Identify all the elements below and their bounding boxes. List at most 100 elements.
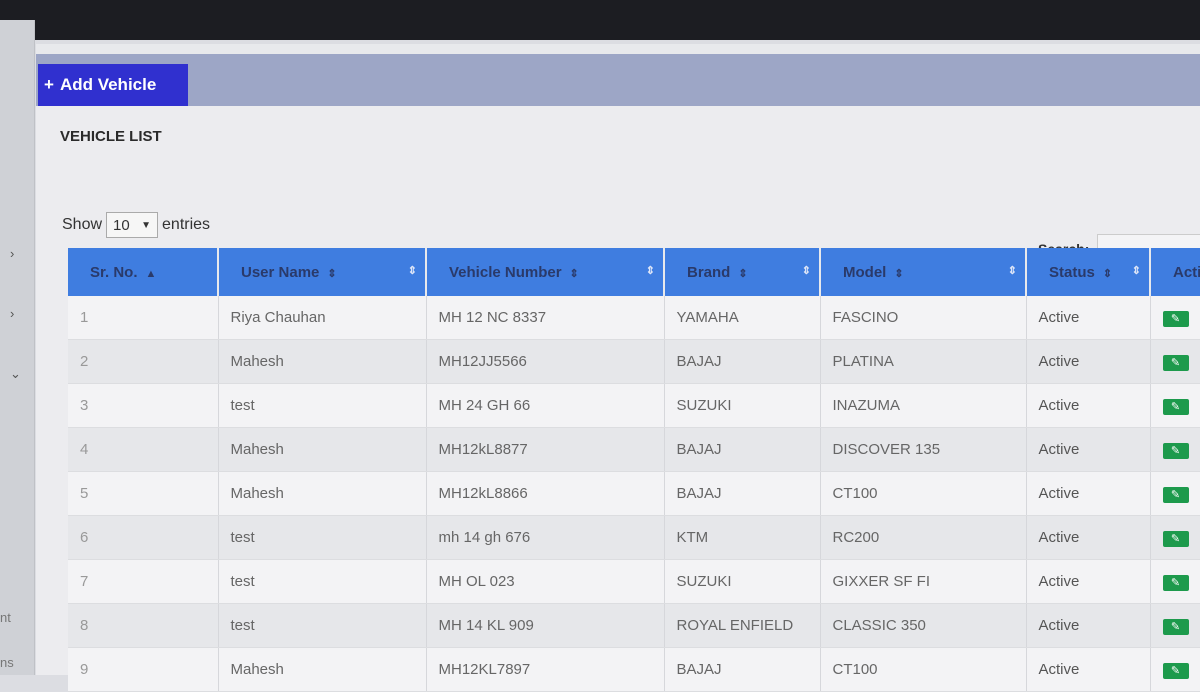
edit-icon[interactable]: ✎ xyxy=(1162,354,1189,371)
column-header[interactable]: Status ⇕ ⇕ xyxy=(1026,248,1151,296)
edit-icon[interactable]: ✎ xyxy=(1162,618,1189,635)
vehicle-number-cell: MH12kL8866 xyxy=(426,471,665,516)
status-cell: Active xyxy=(1026,647,1151,692)
entries-label: entries xyxy=(162,216,211,233)
table-row: 9 Mahesh MH12KL7897 BAJAJ CT100 Active ✎ xyxy=(68,647,1200,692)
sidebar: › › ⌄ nt ns xyxy=(0,20,35,675)
model-cell: CT100 xyxy=(820,647,1027,692)
table-row: 5 Mahesh MH12kL8866 BAJAJ CT100 Active ✎ xyxy=(68,471,1200,516)
vehicle-number-cell: MH 24 GH 66 xyxy=(426,383,665,428)
user-name-cell: Mahesh xyxy=(218,427,427,472)
brand-cell: BAJAJ xyxy=(664,339,821,384)
sr-no-cell: 9 xyxy=(68,647,219,692)
brand-cell: BAJAJ xyxy=(664,471,821,516)
user-name-cell: test xyxy=(218,383,427,428)
sr-no-cell: 8 xyxy=(68,603,219,648)
column-header[interactable]: Brand ⇕ ⇕ xyxy=(664,248,821,296)
column-header[interactable]: Acti xyxy=(1150,248,1200,296)
sr-no-cell: 7 xyxy=(68,559,219,604)
table-row: 7 test MH OL 023 SUZUKI GIXXER SF FI Act… xyxy=(68,559,1200,604)
model-cell: GIXXER SF FI xyxy=(820,559,1027,604)
plus-icon: + xyxy=(44,75,54,94)
edit-icon[interactable]: ✎ xyxy=(1162,662,1189,679)
sr-no-cell: 5 xyxy=(68,471,219,516)
brand-cell: SUZUKI xyxy=(664,559,821,604)
sort-asc-icon: ▲ xyxy=(145,267,157,280)
user-name-cell: Riya Chauhan xyxy=(218,296,427,340)
table-row: 6 test mh 14 gh 676 KTM RC200 Active ✎ xyxy=(68,515,1200,560)
status-cell: Active xyxy=(1026,515,1151,560)
sort-icon: ⇕ xyxy=(407,265,417,277)
column-header[interactable]: User Name ⇕ ⇕ xyxy=(218,248,427,296)
table-header-row: Sr. No. ▲ User Name ⇕ ⇕ Vehicle Number ⇕ ⇕ Br… xyxy=(68,248,1200,296)
brand-cell: BAJAJ xyxy=(664,647,821,692)
sort-icon: ⇕ xyxy=(1007,265,1017,277)
brand-cell: BAJAJ xyxy=(664,427,821,472)
sr-no-cell: 3 xyxy=(68,383,219,428)
user-name-cell: Mahesh xyxy=(218,471,427,516)
status-cell: Active xyxy=(1026,427,1151,472)
column-header[interactable]: Sr. No. ▲ xyxy=(68,248,219,296)
vehicle-number-cell: MH 14 KL 909 xyxy=(426,603,665,648)
action-cell: ✎ xyxy=(1150,296,1200,340)
caret-down-icon: ▼ xyxy=(141,219,152,231)
sort-icon: ⇕ xyxy=(894,267,904,280)
status-cell: Active xyxy=(1026,471,1151,516)
sort-icon: ⇕ xyxy=(1102,267,1113,280)
brand-cell: ROYAL ENFIELD xyxy=(664,603,821,648)
edit-icon[interactable]: ✎ xyxy=(1162,574,1189,591)
action-cell: ✎ xyxy=(1150,383,1200,428)
user-name-cell: Mahesh xyxy=(218,339,427,384)
status-cell: Active xyxy=(1026,383,1151,428)
sr-no-cell: 6 xyxy=(68,515,219,560)
action-cell: ✎ xyxy=(1150,427,1200,472)
sidebar-item-label[interactable]: ns xyxy=(0,655,14,670)
model-cell: RC200 xyxy=(820,515,1027,560)
model-cell: INAZUMA xyxy=(820,383,1027,428)
action-cell: ✎ xyxy=(1150,603,1200,648)
add-vehicle-label: Add Vehicle xyxy=(59,75,157,94)
sidebar-item-label[interactable]: nt xyxy=(0,610,11,625)
edit-icon[interactable]: ✎ xyxy=(1162,310,1189,327)
brand-cell: KTM xyxy=(664,515,821,560)
model-cell: CT100 xyxy=(820,471,1027,516)
show-label: Show xyxy=(62,216,103,233)
add-vehicle-button[interactable]: + Add Vehicle xyxy=(38,64,188,106)
chevron-down-icon[interactable]: ⌄ xyxy=(10,366,21,382)
action-cell: ✎ xyxy=(1150,647,1200,692)
vehicle-number-cell: MH12kL8877 xyxy=(426,427,665,472)
chevron-right-icon[interactable]: › xyxy=(10,246,14,261)
page-title: VEHICLE LIST xyxy=(60,128,162,145)
header-band: + Add Vehicle xyxy=(36,54,1200,106)
edit-icon[interactable]: ✎ xyxy=(1162,530,1189,547)
top-bar xyxy=(0,0,1200,40)
column-header[interactable]: Model ⇕ ⇕ xyxy=(820,248,1027,296)
vehicle-number-cell: mh 14 gh 676 xyxy=(426,515,665,560)
status-cell: Active xyxy=(1026,339,1151,384)
edit-icon[interactable]: ✎ xyxy=(1162,398,1189,415)
sort-icon: ⇕ xyxy=(1131,265,1141,277)
vehicle-number-cell: MH OL 023 xyxy=(426,559,665,604)
status-cell: Active xyxy=(1026,559,1151,604)
vehicle-number-cell: MH 12 NC 8337 xyxy=(426,296,665,340)
edit-icon[interactable]: ✎ xyxy=(1162,442,1189,459)
edit-icon[interactable]: ✎ xyxy=(1162,486,1189,503)
vehicle-number-cell: MH12KL7897 xyxy=(426,647,665,692)
brand-cell: YAMAHA xyxy=(664,296,821,340)
entries-select[interactable]: 10 ▼ xyxy=(106,212,159,238)
column-header[interactable]: Vehicle Number ⇕ ⇕ xyxy=(426,248,665,296)
action-cell: ✎ xyxy=(1150,471,1200,516)
vehicle-table: Sr. No. ▲ User Name ⇕ ⇕ Vehicle Number ⇕ ⇕ Br… xyxy=(68,248,1200,692)
model-cell: DISCOVER 135 xyxy=(820,427,1027,472)
status-cell: Active xyxy=(1026,603,1151,648)
model-cell: CLASSIC 350 xyxy=(820,603,1027,648)
user-name-cell: Mahesh xyxy=(218,647,427,692)
user-name-cell: test xyxy=(218,603,427,648)
chevron-right-icon[interactable]: › xyxy=(10,306,14,321)
sort-icon: ⇕ xyxy=(801,265,811,277)
table-row: 2 Mahesh MH12JJ5566 BAJAJ PLATINA Active… xyxy=(68,339,1200,384)
table-row: 4 Mahesh MH12kL8877 BAJAJ DISCOVER 135 A… xyxy=(68,427,1200,472)
sr-no-cell: 1 xyxy=(68,296,219,340)
status-cell: Active xyxy=(1026,296,1151,340)
table-row: 8 test MH 14 KL 909 ROYAL ENFIELD CLASSI… xyxy=(68,603,1200,648)
